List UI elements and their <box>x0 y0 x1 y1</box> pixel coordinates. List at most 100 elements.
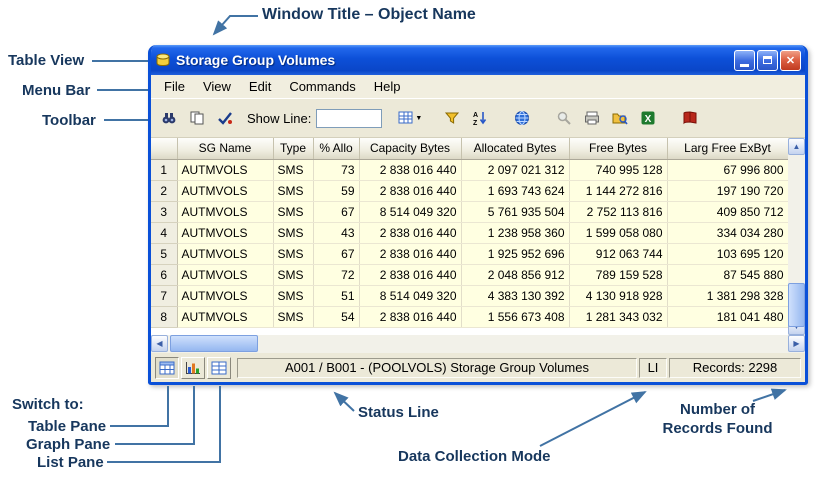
table-cell[interactable]: SMS <box>273 222 313 243</box>
table-row[interactable]: 4AUTMVOLSSMS432 838 016 4401 238 958 360… <box>151 222 788 243</box>
table-cell[interactable]: 8 514 049 320 <box>359 201 461 222</box>
table-cell[interactable]: SMS <box>273 180 313 201</box>
column-header[interactable]: Capacity Bytes <box>359 138 461 159</box>
table-cell[interactable]: 789 159 528 <box>569 264 667 285</box>
menu-help[interactable]: Help <box>365 77 410 96</box>
table-cell[interactable]: 334 034 280 <box>667 222 788 243</box>
column-header[interactable]: Type <box>273 138 313 159</box>
horizontal-scroll-thumb[interactable] <box>170 335 258 352</box>
table-cell[interactable]: 5 761 935 504 <box>461 201 569 222</box>
table-row[interactable]: 2AUTMVOLSSMS592 838 016 4401 693 743 624… <box>151 180 788 201</box>
show-line-input[interactable] <box>316 109 382 128</box>
table-cell[interactable]: 409 850 712 <box>667 201 788 222</box>
table-cell[interactable]: AUTMVOLS <box>177 285 273 306</box>
table-cell[interactable]: 2 048 856 912 <box>461 264 569 285</box>
table-cell[interactable]: 4 130 918 928 <box>569 285 667 306</box>
table-cell[interactable]: 740 995 128 <box>569 159 667 180</box>
vertical-scroll-track[interactable] <box>788 155 805 318</box>
table-cell[interactable]: AUTMVOLS <box>177 180 273 201</box>
filter-button[interactable] <box>438 104 466 132</box>
table-cell[interactable]: AUTMVOLS <box>177 222 273 243</box>
checkmark-button[interactable] <box>211 104 239 132</box>
table-cell[interactable]: 51 <box>313 285 359 306</box>
table-cell[interactable]: 54 <box>313 306 359 327</box>
graph-pane-button[interactable] <box>181 357 205 379</box>
table-cell[interactable]: 73 <box>313 159 359 180</box>
table-row[interactable]: 8AUTMVOLSSMS542 838 016 4401 556 673 408… <box>151 306 788 327</box>
row-number-cell[interactable]: 8 <box>151 306 177 327</box>
sort-button[interactable]: AZ <box>466 104 494 132</box>
table-cell[interactable]: 2 838 016 440 <box>359 306 461 327</box>
table-row[interactable]: 1AUTMVOLSSMS732 838 016 4402 097 021 312… <box>151 159 788 180</box>
vertical-scroll-thumb[interactable] <box>788 283 805 327</box>
table-cell[interactable]: SMS <box>273 243 313 264</box>
table-cell[interactable]: 72 <box>313 264 359 285</box>
minimize-button[interactable] <box>734 50 755 71</box>
row-number-cell[interactable]: 3 <box>151 201 177 222</box>
table-cell[interactable]: 1 381 298 328 <box>667 285 788 306</box>
table-cell[interactable]: AUTMVOLS <box>177 201 273 222</box>
column-header[interactable]: Free Bytes <box>569 138 667 159</box>
menu-edit[interactable]: Edit <box>240 77 280 96</box>
table-cell[interactable]: AUTMVOLS <box>177 264 273 285</box>
table-row[interactable]: 5AUTMVOLSSMS672 838 016 4401 925 952 696… <box>151 243 788 264</box>
table-cell[interactable]: 2 838 016 440 <box>359 180 461 201</box>
row-number-cell[interactable]: 7 <box>151 285 177 306</box>
export-excel-button[interactable]: X <box>634 104 662 132</box>
table-cell[interactable]: SMS <box>273 264 313 285</box>
table-cell[interactable]: 103 695 120 <box>667 243 788 264</box>
menu-file[interactable]: File <box>155 77 194 96</box>
scroll-up-button[interactable]: ▲ <box>788 138 805 155</box>
column-header[interactable]: Allocated Bytes <box>461 138 569 159</box>
table-cell[interactable]: SMS <box>273 306 313 327</box>
table-cell[interactable]: 59 <box>313 180 359 201</box>
globe-button[interactable] <box>508 104 536 132</box>
print-button[interactable] <box>578 104 606 132</box>
table-cell[interactable]: 197 190 720 <box>667 180 788 201</box>
menu-commands[interactable]: Commands <box>280 77 364 96</box>
table-cell[interactable]: 1 144 272 816 <box>569 180 667 201</box>
table-cell[interactable]: 1 925 952 696 <box>461 243 569 264</box>
title-bar[interactable]: Storage Group Volumes ✕ <box>151 45 805 75</box>
table-cell[interactable]: 2 097 021 312 <box>461 159 569 180</box>
table-cell[interactable]: 1 599 058 080 <box>569 222 667 243</box>
copy-button[interactable] <box>183 104 211 132</box>
table-row[interactable]: 6AUTMVOLSSMS722 838 016 4402 048 856 912… <box>151 264 788 285</box>
table-cell[interactable]: 43 <box>313 222 359 243</box>
table-row[interactable]: 7AUTMVOLSSMS518 514 049 3204 383 130 392… <box>151 285 788 306</box>
row-number-cell[interactable]: 2 <box>151 180 177 201</box>
table-cell[interactable]: SMS <box>273 201 313 222</box>
table-cell[interactable]: AUTMVOLS <box>177 306 273 327</box>
table-cell[interactable]: 2 838 016 440 <box>359 159 461 180</box>
table-cell[interactable]: 8 514 049 320 <box>359 285 461 306</box>
table-cell[interactable]: 2 838 016 440 <box>359 243 461 264</box>
table-cell[interactable]: 1 281 343 032 <box>569 306 667 327</box>
table-cell[interactable]: 1 238 958 360 <box>461 222 569 243</box>
table-cell[interactable]: 2 838 016 440 <box>359 222 461 243</box>
table-cell[interactable]: 181 041 480 <box>667 306 788 327</box>
table-cell[interactable]: 1 693 743 624 <box>461 180 569 201</box>
horizontal-scrollbar[interactable]: ◀ ▶ <box>151 335 805 353</box>
table-cell[interactable]: SMS <box>273 285 313 306</box>
preview-button[interactable] <box>606 104 634 132</box>
table-cell[interactable]: 67 <box>313 201 359 222</box>
horizontal-scroll-track[interactable] <box>168 335 788 353</box>
scroll-right-button[interactable]: ▶ <box>788 335 805 352</box>
table-cell[interactable]: 2 838 016 440 <box>359 264 461 285</box>
table-cell[interactable]: 912 063 744 <box>569 243 667 264</box>
close-button[interactable]: ✕ <box>780 50 801 71</box>
table-cell[interactable]: 67 <box>313 243 359 264</box>
column-header[interactable]: Larg Free ExByt <box>667 138 788 159</box>
table-cell[interactable]: 87 545 880 <box>667 264 788 285</box>
row-number-cell[interactable]: 1 <box>151 159 177 180</box>
list-pane-button[interactable] <box>207 357 231 379</box>
table-cell[interactable]: AUTMVOLS <box>177 243 273 264</box>
maximize-button[interactable] <box>757 50 778 71</box>
row-number-cell[interactable]: 4 <box>151 222 177 243</box>
table-cell[interactable]: 1 556 673 408 <box>461 306 569 327</box>
table-cell[interactable]: SMS <box>273 159 313 180</box>
table-cell[interactable]: 2 752 113 816 <box>569 201 667 222</box>
grid-dropdown-button[interactable]: ▼ <box>390 104 430 132</box>
row-number-cell[interactable]: 6 <box>151 264 177 285</box>
table-pane-button[interactable] <box>155 357 179 379</box>
